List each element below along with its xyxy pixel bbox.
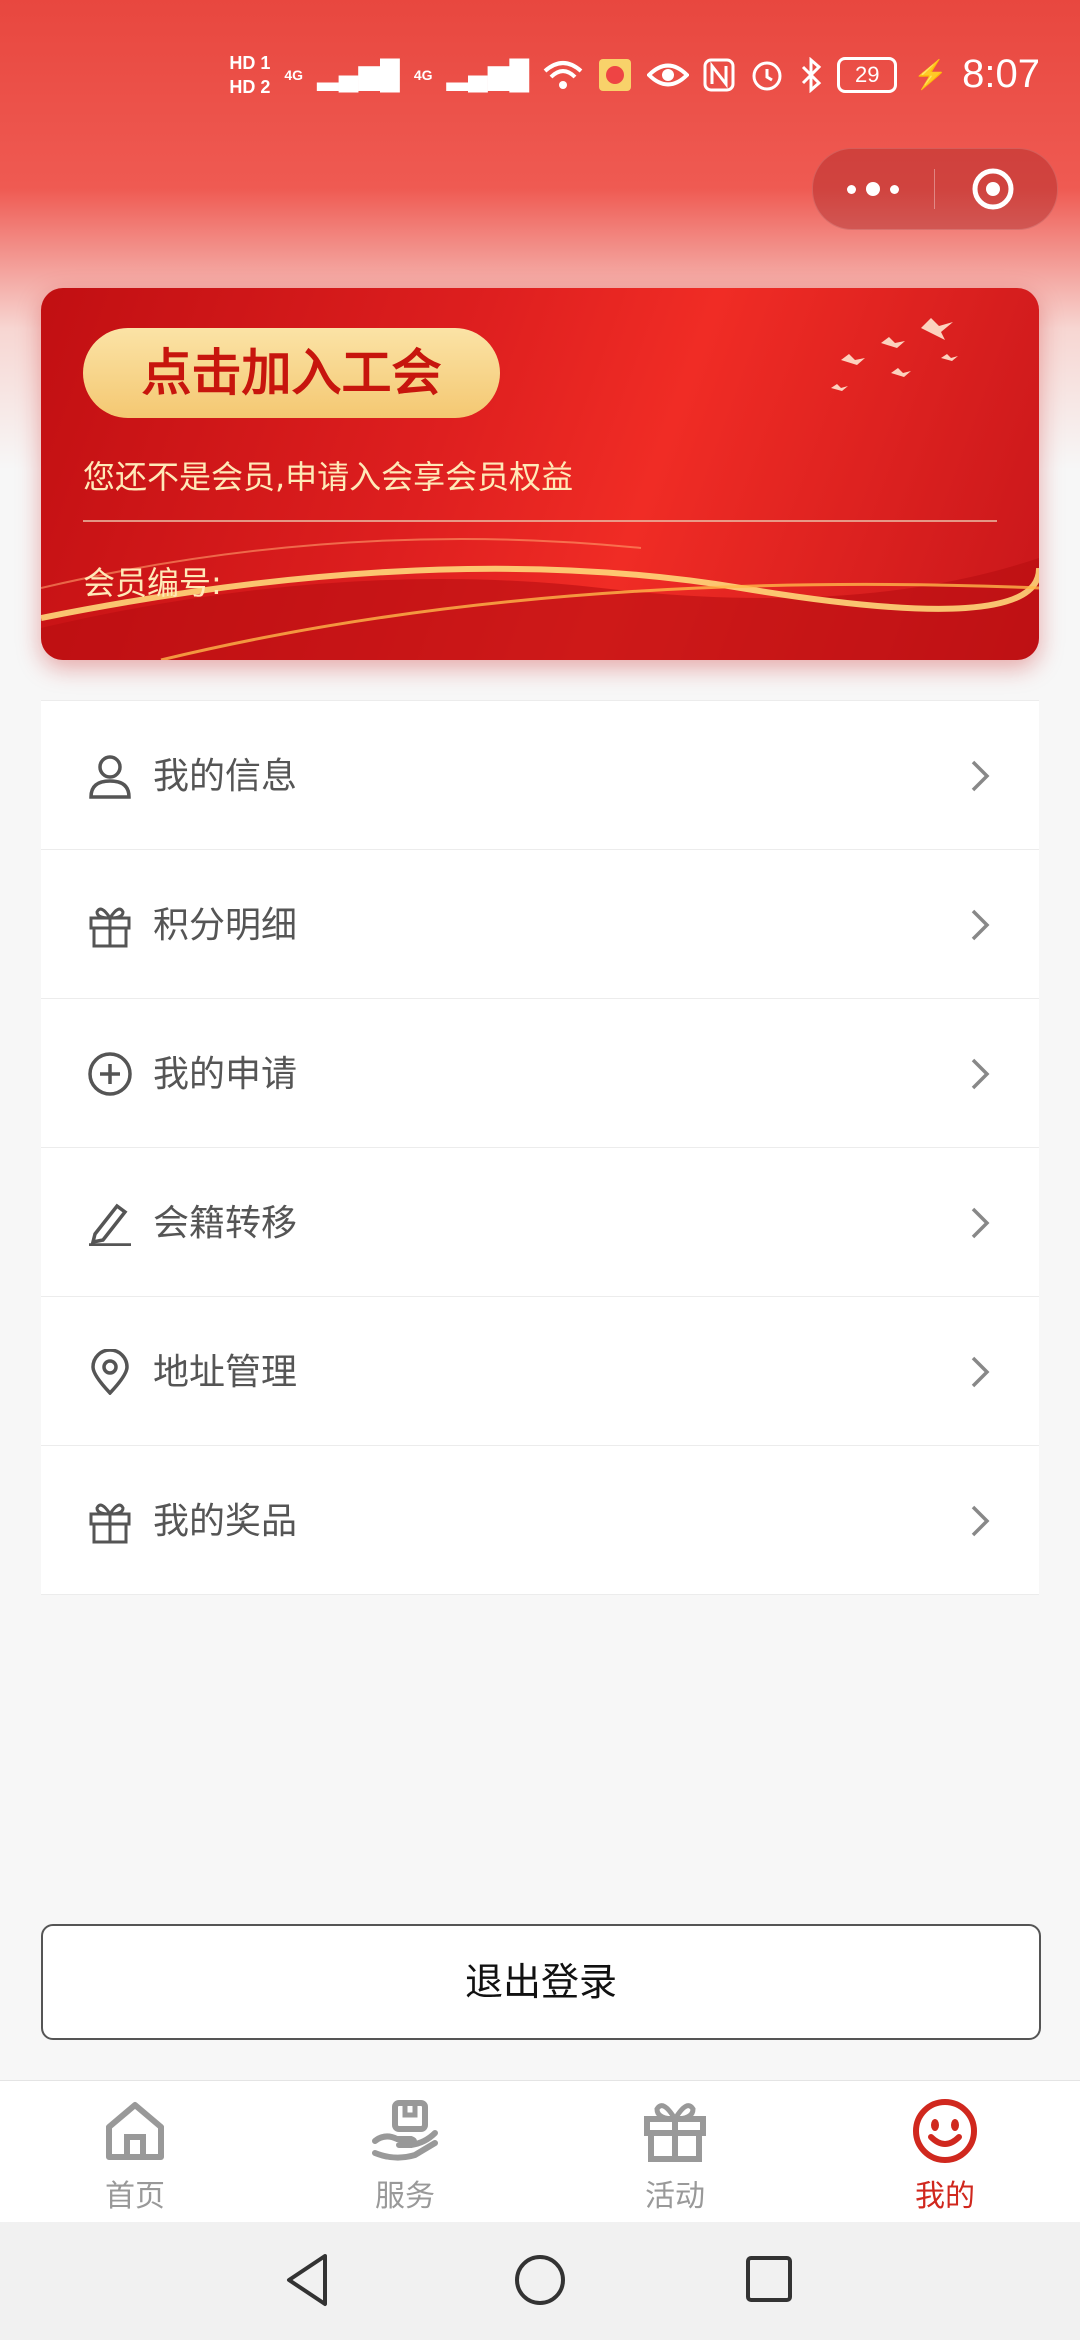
- gift-icon: [89, 1503, 131, 1544]
- app-notification-icon: [599, 58, 632, 91]
- dot-icon: [847, 184, 856, 194]
- bluetooth-icon: [802, 56, 822, 93]
- gift-icon: [89, 907, 131, 948]
- tab-service[interactable]: 服务: [270, 2081, 540, 2223]
- chevron-right-icon: [971, 760, 990, 792]
- chevron-right-icon: [971, 1207, 990, 1239]
- status-bar: HD 1 HD 2 4G ▂▄▆█ 4G ▂▄▆█ 29 ⚡ 8:07: [0, 0, 1080, 150]
- tab-activity[interactable]: 活动: [540, 2081, 810, 2223]
- profile-menu: 我的信息 积分明细 我的申请 会籍转移 地址管理 我的奖品: [41, 700, 1039, 1595]
- member-number-label: 会员编号:: [83, 564, 222, 602]
- menu-item-label: 地址管理: [153, 1352, 298, 1393]
- menu-item-label: 我的申请: [153, 1054, 298, 1095]
- battery-level: 29: [837, 56, 898, 93]
- hd2-indicator: HD 2: [229, 76, 271, 97]
- hd-indicators: HD 1 HD 2: [229, 54, 270, 96]
- tab-label: 服务: [375, 2179, 435, 2214]
- chevron-right-icon: [971, 1058, 990, 1090]
- bottom-tab-bar: 首页 服务 活动 我的: [0, 2080, 1080, 2223]
- menu-item-my-applications[interactable]: 我的申请: [41, 998, 1039, 1147]
- more-options-button[interactable]: [847, 175, 907, 203]
- chevron-right-icon: [971, 909, 990, 941]
- menu-item-address-management[interactable]: 地址管理: [41, 1296, 1039, 1445]
- tab-home[interactable]: 首页: [0, 2081, 270, 2223]
- card-divider: [83, 520, 997, 522]
- status-indicators: HD 1 HD 2 4G ▂▄▆█ 4G ▂▄▆█ 29 ⚡ 8:07: [229, 52, 1040, 97]
- tab-label: 我的: [915, 2179, 975, 2214]
- menu-item-label: 我的信息: [153, 756, 298, 797]
- dot-icon: [866, 182, 880, 196]
- logout-button[interactable]: 退出登录: [41, 1924, 1041, 2040]
- gift-icon: [644, 2103, 706, 2162]
- eye-icon: [647, 63, 690, 86]
- smiley-icon: [913, 2099, 977, 2163]
- service-hand-icon: [372, 2100, 438, 2161]
- close-miniprogram-button[interactable]: [971, 167, 1015, 211]
- recents-nav-button[interactable]: [745, 2252, 793, 2308]
- menu-item-label: 会籍转移: [153, 1203, 298, 1244]
- back-nav-button[interactable]: [283, 2252, 333, 2308]
- capsule-divider: [934, 169, 935, 209]
- network-type-2: 4G: [413, 66, 433, 83]
- clock: 8:07: [962, 52, 1040, 96]
- signal-icon: ▂▄▆█: [317, 59, 400, 90]
- nfc-icon: [703, 58, 735, 91]
- home-icon: [106, 2102, 164, 2160]
- home-nav-button[interactable]: [513, 2252, 567, 2308]
- plus-circle-icon: [88, 1052, 132, 1096]
- menu-item-label: 我的奖品: [153, 1501, 298, 1542]
- menu-item-my-prizes[interactable]: 我的奖品: [41, 1445, 1039, 1595]
- tab-label: 首页: [105, 2179, 165, 2214]
- location-pin-icon: [91, 1349, 129, 1395]
- chevron-right-icon: [971, 1356, 990, 1388]
- dot-icon: [890, 184, 899, 194]
- chevron-right-icon: [971, 1505, 990, 1537]
- tab-label: 活动: [645, 2179, 705, 2214]
- hd1-indicator: HD 1: [229, 52, 271, 73]
- tab-mine[interactable]: 我的: [810, 2081, 1080, 2223]
- wifi-icon: [543, 60, 583, 89]
- charging-icon: ⚡: [913, 59, 949, 90]
- membership-hint: 您还不是会员,申请入会享会员权益: [83, 458, 574, 496]
- network-type-1: 4G: [284, 66, 304, 83]
- membership-card: 点击加入工会 您还不是会员,申请入会享会员权益 会员编号:: [41, 288, 1039, 660]
- menu-item-membership-transfer[interactable]: 会籍转移: [41, 1147, 1039, 1296]
- user-icon: [89, 755, 131, 799]
- menu-item-label: 积分明细: [153, 905, 298, 946]
- signal-icon-2: ▂▄▆█: [446, 59, 530, 90]
- system-navigation-bar: [0, 2222, 1080, 2340]
- menu-item-points-detail[interactable]: 积分明细: [41, 849, 1039, 998]
- menu-item-my-info[interactable]: 我的信息: [41, 700, 1039, 849]
- alarm-icon: [752, 61, 782, 90]
- mini-program-capsule: [812, 148, 1058, 230]
- join-union-button[interactable]: 点击加入工会: [83, 328, 500, 418]
- pencil-icon: [89, 1203, 131, 1246]
